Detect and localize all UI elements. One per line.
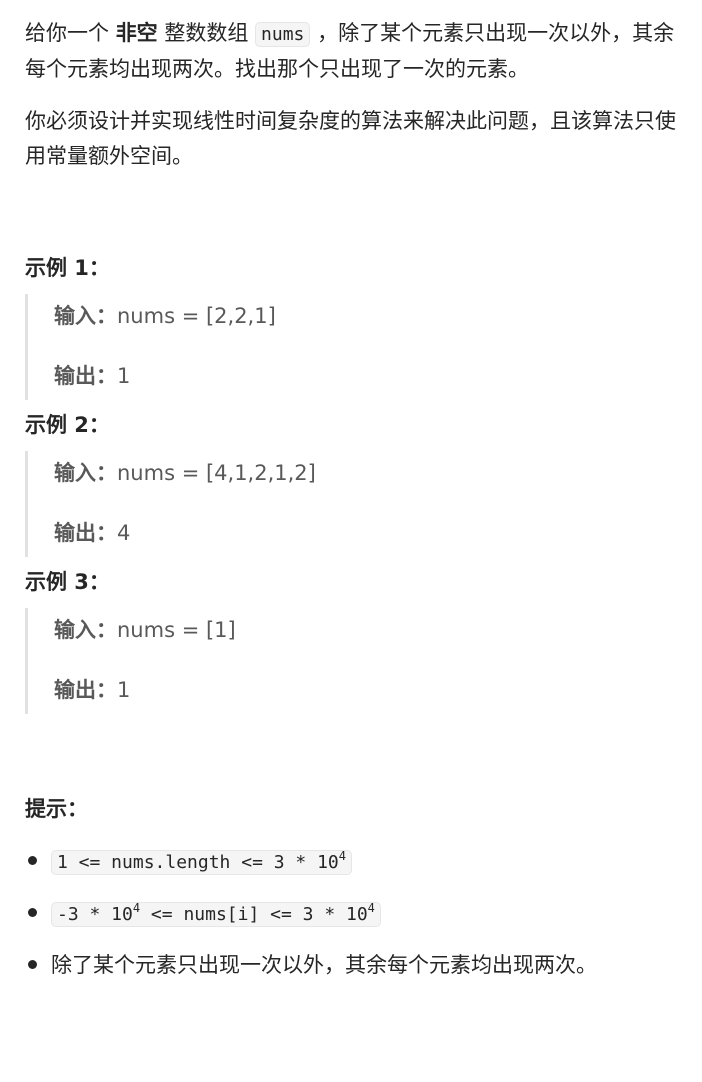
bullet-icon (28, 856, 37, 865)
example-output-line: 输出：1 (54, 668, 676, 714)
output-label: 输出： (54, 364, 117, 388)
example-output-line: 输出：1 (54, 354, 676, 400)
input-label: 输入： (54, 304, 117, 328)
hint-code-2: -3 * 104 <= nums[i] <= 3 * 104 (51, 902, 381, 927)
output-value: 1 (117, 364, 131, 388)
output-value: 4 (117, 521, 131, 545)
hint-code-1: 1 <= nums.length <= 3 * 104 (51, 850, 352, 875)
input-label: 输入： (54, 461, 117, 485)
output-label: 输出： (54, 521, 117, 545)
bullet-icon (28, 908, 37, 917)
example-title-2: 示例 2： (25, 413, 110, 437)
hint-2-exponent-2: 4 (367, 901, 375, 915)
input-value: nums = [1] (117, 618, 236, 642)
hints-list: 1 <= nums.length <= 3 * 104 -3 * 104 <= … (25, 841, 676, 997)
description-paragraph-2: 你必须设计并实现线性时间复杂度的算法来解决此问题，且该算法只使用常量额外空间。 (25, 109, 676, 168)
hint-2-exponent-1: 4 (132, 901, 141, 915)
example-output-line: 输出：4 (54, 511, 676, 557)
desc-text-2: 整数数组 (157, 21, 256, 45)
example-input-line: 输入：nums = [4,1,2,1,2] (54, 451, 676, 511)
example-block-2: 输入：nums = [4,1,2,1,2] 输出：4 (25, 451, 676, 557)
hint-2-text-a: -3 * 10 (57, 904, 133, 925)
description-paragraph-1: 给你一个 非空 整数数组 nums ，除了某个元素只出现一次以外，其余每个元素均… (25, 16, 676, 87)
input-label: 输入： (54, 618, 117, 642)
output-value: 1 (117, 678, 131, 702)
hints-title: 提示： (25, 797, 88, 821)
example-block-1: 输入：nums = [2,2,1] 输出：1 (25, 294, 676, 400)
hint-1-exponent: 4 (338, 849, 346, 863)
hint-item-2: -3 * 104 <= nums[i] <= 3 * 104 (25, 893, 676, 945)
bullet-icon (28, 960, 37, 969)
hint-item-1: 1 <= nums.length <= 3 * 104 (25, 841, 676, 893)
example-input-line: 输入：nums = [2,2,1] (54, 294, 676, 354)
desc-code-nums: nums (255, 22, 311, 47)
example-title-1: 示例 1： (25, 256, 110, 280)
example-input-line: 输入：nums = [1] (54, 608, 676, 668)
example-block-3: 输入：nums = [1] 输出：1 (25, 608, 676, 714)
problem-content: 给你一个 非空 整数数组 nums ，除了某个元素只出现一次以外，其余每个元素均… (0, 0, 702, 997)
hint-item-3: 除了某个元素只出现一次以外，其余每个元素均出现两次。 (25, 945, 676, 997)
output-label: 输出： (54, 678, 117, 702)
desc-bold-nonempty: 非空 (115, 21, 158, 45)
desc-text-1: 给你一个 (25, 21, 116, 45)
input-value: nums = [2,2,1] (117, 304, 276, 328)
example-title-3: 示例 3： (25, 570, 110, 594)
input-value: nums = [4,1,2,1,2] (117, 461, 316, 485)
hint-3-text: 除了某个元素只出现一次以外，其余每个元素均出现两次。 (51, 953, 597, 977)
hint-1-text: 1 <= nums.length <= 3 * 10 (57, 852, 339, 873)
hint-2-text-b: <= nums[i] <= 3 * 10 (140, 904, 368, 925)
